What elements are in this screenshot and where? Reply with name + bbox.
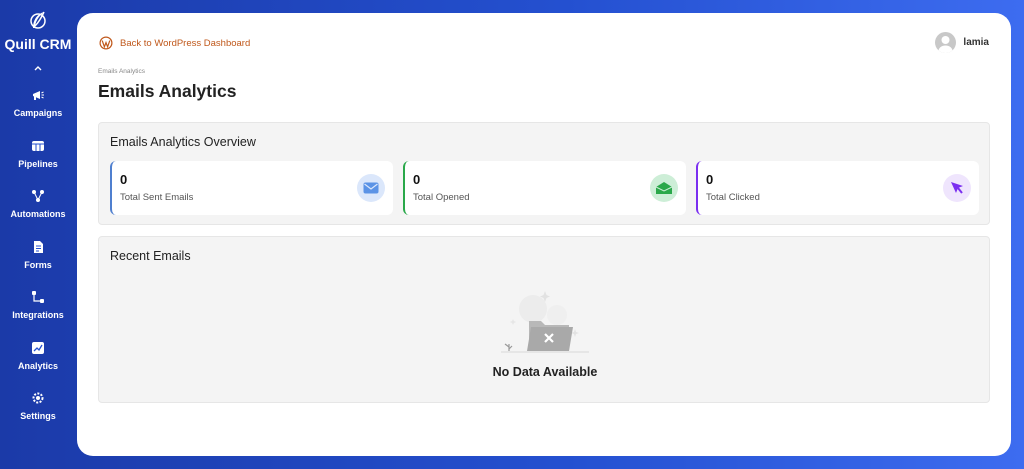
stat-label: Total Opened	[413, 192, 470, 203]
sidebar-item-label: Automations	[10, 209, 66, 219]
user-icon	[938, 36, 953, 53]
quill-logo-icon	[30, 11, 46, 29]
megaphone-icon	[33, 91, 44, 100]
cursor-icon	[943, 174, 971, 202]
sidebar-nav: Campaigns Pipelines Automations Forms In…	[0, 88, 76, 442]
stat-card-clicked: 0 Total Clicked	[696, 161, 979, 215]
user-name: lamia	[963, 37, 989, 48]
sidebar-item-label: Campaigns	[13, 108, 63, 118]
automation-icon	[32, 190, 44, 202]
sidebar-item-automations[interactable]: Automations	[0, 189, 76, 240]
sidebar-item-campaigns[interactable]: Campaigns	[0, 88, 76, 139]
sidebar-item-label: Analytics	[17, 360, 59, 371]
stat-value: 0	[120, 172, 128, 187]
page-title: Emails Analytics	[98, 81, 237, 101]
back-link-label: Back to WordPress Dashboard	[120, 37, 251, 49]
wordpress-icon	[99, 36, 113, 50]
main-panel: Back to WordPress Dashboard lamia Emails…	[77, 13, 1011, 456]
overview-title: Emails Analytics Overview	[110, 135, 256, 149]
sidebar-item-settings[interactable]: Settings	[0, 391, 76, 442]
breadcrumb: Emails Analytics	[98, 68, 145, 75]
stat-label: Total Sent Emails	[120, 192, 194, 203]
pipeline-icon	[32, 140, 44, 151]
sidebar-item-forms[interactable]: Forms	[0, 240, 76, 291]
back-to-dashboard-link[interactable]: Back to WordPress Dashboard	[99, 36, 250, 50]
analytics-icon	[32, 341, 44, 354]
overview-section: Emails Analytics Overview 0 Total Sent E…	[98, 122, 990, 225]
stat-card-sent: 0 Total Sent Emails	[110, 161, 393, 215]
sidebar: Quill CRM Campaigns Pipelines Automation…	[0, 0, 76, 469]
sidebar-item-pipelines[interactable]: Pipelines	[0, 139, 76, 190]
chevron-up-icon[interactable]	[32, 62, 44, 74]
integration-icon	[32, 291, 44, 303]
empty-folder-icon	[501, 291, 589, 353]
recent-emails-section: Recent Emails No Data Available	[98, 236, 990, 403]
form-icon	[34, 240, 43, 253]
stat-card-opened: 0 Total Opened	[403, 161, 686, 215]
stat-value: 0	[413, 172, 421, 187]
stat-value: 0	[706, 172, 714, 187]
sidebar-item-label: Forms	[24, 259, 52, 270]
stat-label: Total Clicked	[706, 192, 760, 203]
envelope-icon	[357, 174, 385, 202]
sidebar-item-label: Settings	[20, 411, 56, 421]
sidebar-item-label: Pipelines	[18, 158, 58, 169]
user-menu[interactable]: lamia	[935, 32, 989, 53]
avatar	[935, 32, 957, 53]
sidebar-item-integrations[interactable]: Integrations	[0, 290, 76, 341]
brand-name: Quill CRM	[4, 36, 72, 52]
empty-state-text: No Data Available	[492, 365, 598, 379]
sidebar-item-label: Integrations	[12, 310, 64, 320]
gear-icon	[32, 392, 44, 404]
sidebar-item-analytics[interactable]: Analytics	[0, 341, 76, 392]
recent-title: Recent Emails	[110, 249, 191, 263]
open-envelope-icon	[650, 174, 678, 202]
